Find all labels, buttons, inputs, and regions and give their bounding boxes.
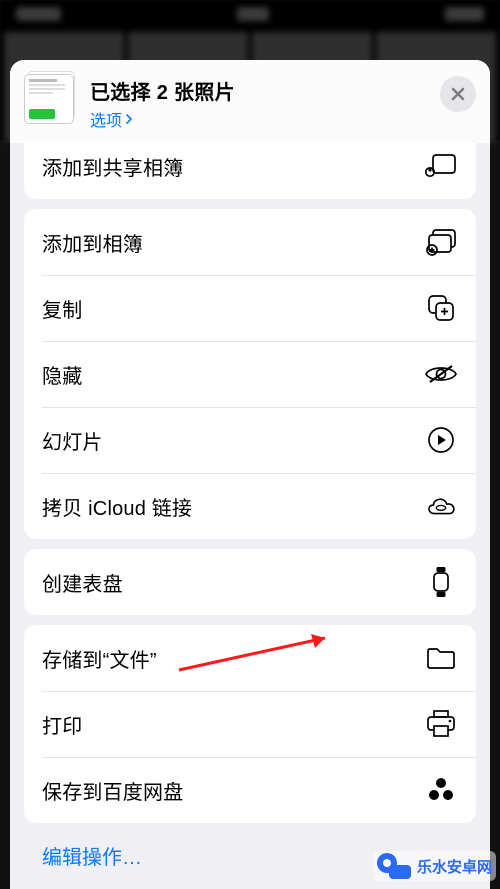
sheet-header: 已选择 2 张照片 选项 xyxy=(10,60,490,143)
share-sheet: 已选择 2 张照片 选项 添加到共享相簿 xyxy=(10,60,490,889)
close-button[interactable] xyxy=(440,76,476,112)
status-bar: ●●●●●●●●●●●● xyxy=(0,0,500,28)
row-slideshow[interactable]: 幻灯片 xyxy=(24,407,476,473)
row-label: 隐藏 xyxy=(42,360,82,389)
watermark-text: 乐水安卓网 xyxy=(417,856,492,877)
folder-icon xyxy=(424,643,458,673)
row-add-shared-album[interactable]: 添加到共享相簿 xyxy=(24,143,476,199)
row-label: 创建表盘 xyxy=(42,568,123,597)
row-print[interactable]: 打印 xyxy=(24,691,476,757)
action-group-2: 添加到相簿 复制 xyxy=(24,209,476,539)
baidu-icon xyxy=(424,775,458,805)
row-label: 保存到百度网盘 xyxy=(42,776,183,805)
row-label: 打印 xyxy=(42,710,82,739)
action-group-4: 存储到“文件” 打印 xyxy=(24,625,476,823)
row-label: 幻灯片 xyxy=(42,426,103,455)
printer-icon xyxy=(424,709,458,739)
row-label: 拷贝 iCloud 链接 xyxy=(42,492,192,521)
row-watch-face[interactable]: 创建表盘 xyxy=(24,549,476,615)
action-group-3: 创建表盘 xyxy=(24,549,476,615)
row-add-to-album[interactable]: 添加到相簿 xyxy=(24,209,476,275)
row-icloud-link[interactable]: 拷贝 iCloud 链接 xyxy=(24,473,476,539)
play-circle-icon xyxy=(424,425,458,455)
chevron-right-icon xyxy=(124,114,134,124)
row-save-to-files[interactable]: 存储到“文件” xyxy=(24,625,476,691)
copy-icon xyxy=(424,293,458,323)
watch-icon xyxy=(424,567,458,597)
row-label: 复制 xyxy=(42,294,82,323)
eye-off-icon xyxy=(424,359,458,389)
row-label: 添加到共享相簿 xyxy=(42,152,183,181)
row-baidu-netdisk[interactable]: 保存到百度网盘 xyxy=(24,757,476,823)
row-label: 存储到“文件” xyxy=(42,644,157,673)
watermark: 乐水安卓网 xyxy=(373,851,496,881)
row-label: 添加到相簿 xyxy=(42,228,143,257)
cloud-link-icon xyxy=(424,491,458,521)
options-link[interactable]: 选项 xyxy=(90,107,428,131)
row-copy[interactable]: 复制 xyxy=(24,275,476,341)
close-icon xyxy=(450,86,466,102)
shared-album-icon xyxy=(424,151,458,181)
row-hide[interactable]: 隐藏 xyxy=(24,341,476,407)
watermark-logo-icon xyxy=(377,853,411,879)
action-group-1: 添加到共享相簿 xyxy=(24,143,476,199)
selected-thumbnails xyxy=(24,74,78,128)
album-add-icon xyxy=(424,227,458,257)
sheet-title: 已选择 2 张照片 xyxy=(90,76,428,105)
actions-scroll[interactable]: 添加到共享相簿 添加到相簿 xyxy=(10,143,490,889)
